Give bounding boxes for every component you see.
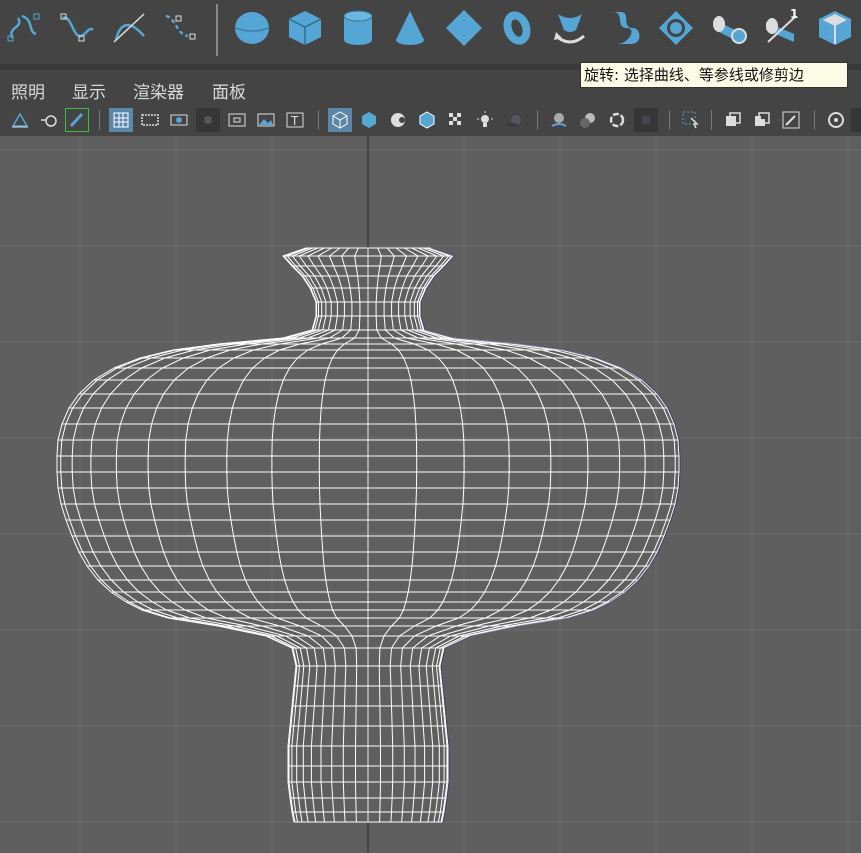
bezier-curve-icon[interactable] [110, 8, 150, 48]
birail-badge: 1 [790, 8, 798, 21]
planar-icon[interactable] [656, 8, 696, 48]
use-default-material-icon[interactable] [386, 108, 410, 132]
motion-blur-icon[interactable] [576, 108, 600, 132]
menu-show[interactable]: 显示 [72, 78, 106, 103]
film-gate-icon[interactable] [138, 108, 162, 132]
image-plane-icon[interactable] [254, 108, 278, 132]
gamma-field[interactable] [851, 108, 861, 132]
screen-space-ao-icon[interactable] [547, 108, 571, 132]
toolbar-separator [99, 110, 100, 130]
perspective-viewport[interactable] [0, 136, 861, 853]
bevel-icon[interactable] [815, 8, 855, 48]
safe-title-icon[interactable]: T [283, 108, 307, 132]
grid-toggle-icon[interactable] [109, 108, 133, 132]
panel-toolbar: T [0, 104, 861, 136]
textured-icon[interactable] [444, 108, 468, 132]
field-chart-icon[interactable] [225, 108, 249, 132]
wire-meridian [60, 247, 318, 823]
revolve-icon[interactable] [550, 8, 590, 48]
toolbar-separator [711, 110, 712, 130]
menu-renderer[interactable]: 渲染器 [133, 78, 184, 103]
toolbar-separator [318, 110, 319, 130]
tooltip: 旋转: 选择曲线、等参线或修剪边 [580, 62, 848, 88]
use-all-lights-icon[interactable] [473, 108, 497, 132]
xray-active-components-icon[interactable] [750, 108, 774, 132]
wire-meridian [417, 247, 665, 823]
wire-meridian [90, 247, 323, 823]
select-camera-icon[interactable] [8, 108, 32, 132]
nurbs-plane-icon[interactable] [444, 8, 484, 48]
pencil-curve-icon[interactable] [162, 8, 202, 48]
shadows-icon[interactable] [502, 108, 526, 132]
wire-meridian [413, 247, 646, 823]
menu-panels[interactable]: 面板 [212, 78, 246, 103]
depth-of-field-icon[interactable] [634, 108, 658, 132]
menu-lighting[interactable]: 照明 [11, 78, 45, 103]
wire-meridian [418, 247, 676, 823]
gate-mask-icon[interactable] [196, 108, 220, 132]
nurbs-sphere-icon[interactable] [232, 8, 272, 48]
toolbar-separator [814, 110, 815, 130]
toolbar-separator [669, 110, 670, 130]
nurbs-torus-icon[interactable] [497, 8, 537, 48]
exposure-icon[interactable] [824, 108, 848, 132]
toolbar-separator [537, 110, 538, 130]
nurbs-cylinder-icon[interactable] [338, 8, 378, 48]
wire-meridian [71, 247, 319, 823]
camera-attributes-icon[interactable] [37, 108, 61, 132]
wire-meridian [184, 247, 338, 823]
ep-curve-icon[interactable] [57, 8, 97, 48]
shelf: 1 [0, 0, 861, 64]
viewport-canvas [0, 136, 861, 853]
xray-joints-icon[interactable] [779, 108, 803, 132]
isolate-select-icon[interactable] [679, 108, 703, 132]
nurbs-cube-icon[interactable] [285, 8, 325, 48]
smooth-shade-icon[interactable] [357, 108, 381, 132]
svg-text:T: T [290, 114, 299, 128]
wire-meridian [56, 247, 317, 823]
shelf-divider [216, 4, 218, 56]
wireframe-on-shaded-icon[interactable] [415, 108, 439, 132]
wire-meridian [398, 247, 552, 823]
anti-aliasing-icon[interactable] [605, 108, 629, 132]
wire-meridian [419, 247, 680, 823]
birail-icon[interactable]: 1 [762, 8, 802, 48]
extrude-icon[interactable] [709, 8, 749, 48]
nurbs-cone-icon[interactable] [390, 8, 430, 48]
wireframe-mode-icon[interactable] [328, 108, 352, 132]
loft-icon[interactable] [603, 8, 643, 48]
cv-curve-icon[interactable] [4, 8, 44, 48]
xray-icon[interactable] [721, 108, 745, 132]
resolution-gate-icon[interactable] [167, 108, 191, 132]
grease-pencil-icon[interactable] [65, 108, 89, 132]
wire-meridian [115, 247, 327, 823]
